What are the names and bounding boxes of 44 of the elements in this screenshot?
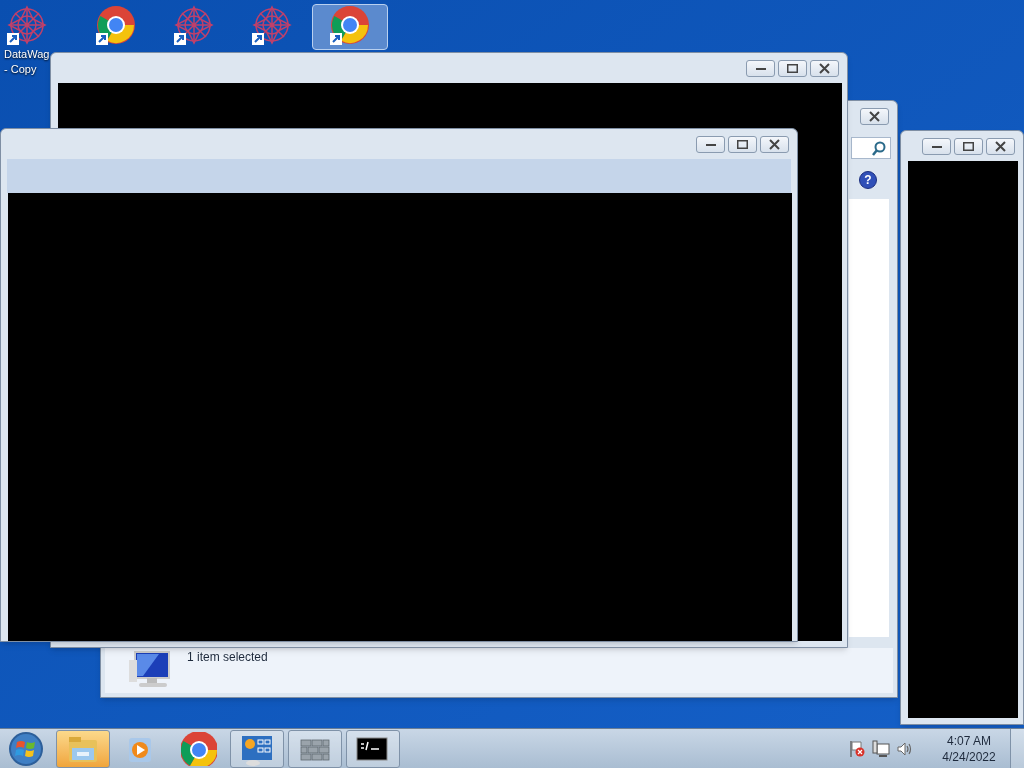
chrome-icon xyxy=(181,731,217,766)
close-button[interactable] xyxy=(760,136,789,153)
maximize-button[interactable] xyxy=(954,138,983,155)
maximize-icon xyxy=(737,140,748,149)
minimize-button[interactable] xyxy=(696,136,725,153)
maximize-icon xyxy=(963,142,974,151)
action-center-button[interactable] xyxy=(848,738,866,759)
maximize-icon xyxy=(787,64,798,73)
network-button[interactable] xyxy=(872,738,890,759)
minimize-button[interactable] xyxy=(746,60,775,77)
search-field[interactable] xyxy=(851,137,891,159)
close-button[interactable] xyxy=(860,108,889,125)
search-icon xyxy=(871,140,886,156)
minimize-icon xyxy=(931,145,942,148)
close-icon xyxy=(819,63,830,74)
minimize-button[interactable] xyxy=(922,138,951,155)
start-button[interactable] xyxy=(6,729,46,768)
close-icon xyxy=(995,141,1006,152)
show-desktop-button[interactable] xyxy=(1010,728,1024,768)
shortcut-label: DataWag xyxy=(4,47,50,62)
star-pattern-shortcut-icon xyxy=(174,5,214,47)
minimize-icon xyxy=(755,67,766,70)
help-button[interactable]: ? xyxy=(859,171,877,189)
flag-with-error-icon xyxy=(848,738,866,759)
desktop-shortcut[interactable]: DataWag - Copy xyxy=(0,4,50,78)
windows-logo-icon xyxy=(8,730,44,767)
close-button[interactable] xyxy=(986,138,1015,155)
computer-icon xyxy=(129,650,171,690)
star-pattern-shortcut-icon xyxy=(252,5,292,47)
clock[interactable]: 4:07 AM 4/24/2022 xyxy=(934,732,1004,765)
minimize-icon xyxy=(705,143,716,146)
shortcut-label: - Copy xyxy=(4,62,37,77)
chrome-shortcut-icon xyxy=(330,5,370,47)
status-text: 1 item selected xyxy=(187,649,268,666)
desktop-shortcut[interactable] xyxy=(312,4,388,50)
taskbar-button[interactable] xyxy=(346,729,400,768)
chrome-shortcut-icon xyxy=(96,5,136,47)
close-icon xyxy=(769,139,780,150)
maximize-button[interactable] xyxy=(778,60,807,77)
network-icon xyxy=(872,738,890,759)
maximize-button[interactable] xyxy=(728,136,757,153)
close-icon xyxy=(869,111,880,122)
close-button[interactable] xyxy=(810,60,839,77)
star-pattern-shortcut-icon xyxy=(7,5,47,47)
